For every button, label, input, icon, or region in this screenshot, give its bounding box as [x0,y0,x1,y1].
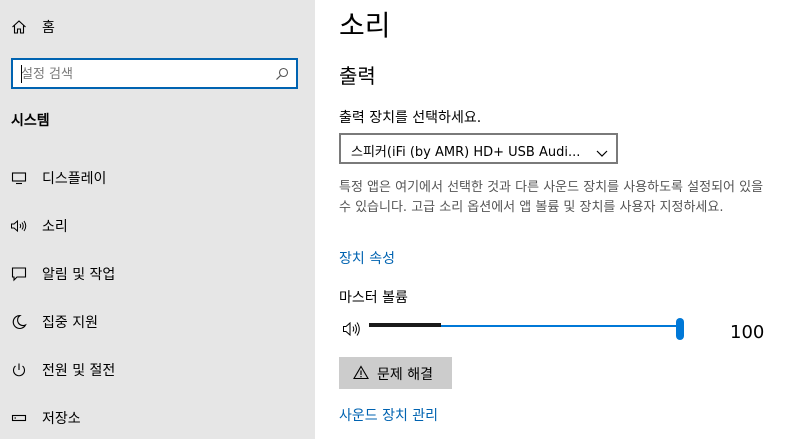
sidebar-item-label: 소리 [42,219,68,235]
home-icon [10,18,28,36]
search-input[interactable] [21,64,271,84]
search-icon[interactable] [275,66,289,85]
sidebar-item-display[interactable]: 디스플레이 [0,158,315,198]
warning-icon [353,365,369,384]
chevron-down-icon [596,143,608,162]
moon-icon [10,313,28,331]
volume-value: 100 [730,322,765,343]
monitor-icon [10,169,28,187]
dropdown-selected-value: 스피커(iFi (by AMR) HD+ USB Audi... [351,145,581,160]
sidebar-item-label: 알림 및 작업 [42,267,116,283]
master-volume-label: 마스터 볼륨 [339,290,408,306]
text-caret [21,65,22,83]
volume-slider-overlay [369,323,441,327]
sidebar-item-focus-assist[interactable]: 집중 지원 [0,302,315,342]
notification-icon [10,265,28,283]
troubleshoot-button[interactable]: 문제 해결 [339,357,452,389]
sidebar-item-label: 전원 및 절전 [42,363,116,379]
device-description: 특정 앱은 여기에서 선택한 것과 다른 사운드 장치를 사용하도록 설정되어 … [339,180,764,215]
storage-icon [10,409,28,427]
main-content: 소리 출력 출력 장치를 선택하세요. 스피커(iFi (by AMR) HD+… [315,0,802,439]
troubleshoot-label: 문제 해결 [377,367,433,383]
sidebar-item-sound[interactable]: 소리 [0,206,315,246]
device-properties-link[interactable]: 장치 속성 [339,248,395,268]
sidebar-item-label: 디스플레이 [42,171,107,187]
section-label-system: 시스템 [11,113,50,129]
volume-slider-thumb[interactable] [676,318,684,340]
page-title: 소리 [339,9,391,42]
output-device-label: 출력 장치를 선택하세요. [339,110,482,126]
power-icon [10,361,28,379]
sidebar-item-label: 홈 [42,20,55,36]
sidebar: 홈 시스템 디스플레이 소리 알림 및 작업 집중 지원 [0,0,315,439]
sidebar-item-power[interactable]: 전원 및 절전 [0,350,315,390]
output-device-dropdown[interactable]: 스피커(iFi (by AMR) HD+ USB Audi... [339,133,618,164]
sidebar-item-storage[interactable]: 저장소 [0,398,315,438]
search-box[interactable] [11,58,298,89]
manage-sound-devices-link[interactable]: 사운드 장치 관리 [339,405,438,425]
speaker-icon [10,217,28,235]
sidebar-item-notifications[interactable]: 알림 및 작업 [0,254,315,294]
section-title-output: 출력 [339,64,376,88]
sidebar-item-home[interactable]: 홈 [0,7,315,47]
speaker-volume-icon[interactable] [342,320,362,342]
sidebar-item-label: 저장소 [42,411,81,427]
sidebar-item-label: 집중 지원 [42,315,98,331]
